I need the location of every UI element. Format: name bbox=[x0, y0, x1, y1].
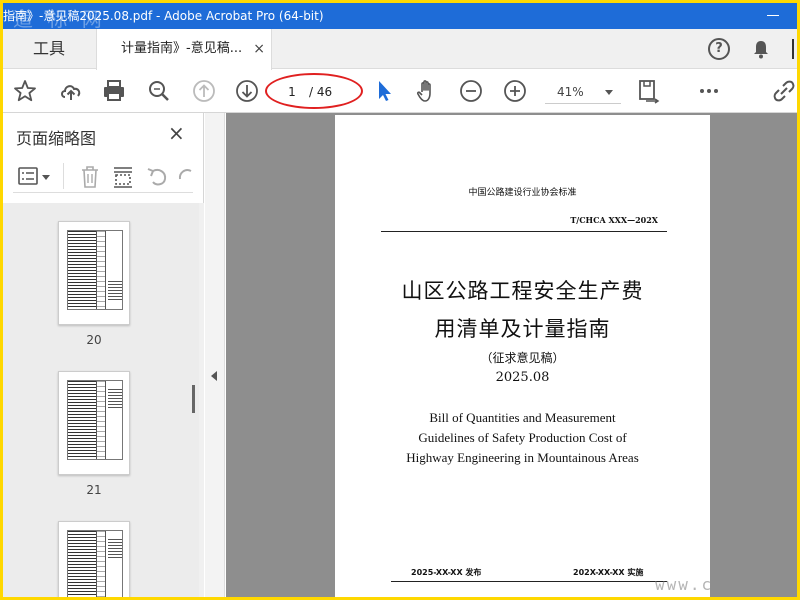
tab-document-label: 计量指南》-意见稿... bbox=[121, 41, 243, 56]
doc-implement-date: 202X-XX-XX 实施 bbox=[573, 568, 644, 577]
tab-document[interactable]: 计量指南》-意见稿... × bbox=[96, 29, 272, 70]
site-watermark: 道 标 网 bbox=[13, 7, 106, 29]
title-bar: 指南》-意见稿2025.08.pdf - Adobe Acrobat Pro (… bbox=[3, 3, 797, 29]
divider bbox=[63, 163, 64, 189]
zoom-in-icon[interactable] bbox=[502, 78, 528, 104]
document-viewer[interactable]: 中国公路建设行业协会标准 T/CHCA XXX—202X 山区公路工程安全生产费… bbox=[226, 113, 797, 597]
bottom-watermark: www.c bbox=[655, 575, 714, 594]
thumbnail-list: 20 21 bbox=[3, 203, 199, 597]
tab-tools[interactable]: 工具 bbox=[3, 29, 95, 69]
bell-icon[interactable] bbox=[750, 38, 772, 60]
doc-standard-code: T/CHCA XXX—202X bbox=[570, 215, 658, 225]
insert-pages-icon[interactable] bbox=[111, 165, 135, 189]
doc-title-line1: 山区公路工程安全生产费 bbox=[401, 279, 644, 303]
page-thumbnail[interactable] bbox=[58, 221, 130, 325]
redo-icon[interactable] bbox=[177, 165, 193, 189]
thumbnail-label: 20 bbox=[86, 333, 102, 347]
next-page-icon[interactable] bbox=[234, 78, 260, 104]
thumbnail-column bbox=[68, 231, 96, 309]
chevron-down-icon bbox=[605, 90, 613, 95]
undo-icon[interactable] bbox=[145, 165, 169, 189]
thumbnail-column bbox=[96, 381, 106, 459]
thumbnail-column bbox=[68, 531, 96, 597]
doc-publish-date: 2025-XX-XX 发布 bbox=[411, 568, 482, 577]
acrobat-window: 指南》-意见稿2025.08.pdf - Adobe Acrobat Pro (… bbox=[3, 3, 797, 597]
select-cursor-icon[interactable] bbox=[371, 78, 397, 104]
doc-english-title: Bill of Quantities and Measurement Guide… bbox=[335, 408, 710, 468]
trash-icon[interactable] bbox=[79, 165, 101, 189]
english-title-line1: Bill of Quantities and Measurement bbox=[429, 410, 616, 425]
panel-close-icon[interactable]: × bbox=[168, 121, 185, 145]
doc-organization: 中国公路建设行业协会标准 bbox=[468, 188, 577, 198]
tab-close-icon[interactable]: × bbox=[253, 29, 265, 69]
footer-rule bbox=[391, 581, 667, 582]
thumbnail-table bbox=[67, 230, 123, 310]
panel-toolbar bbox=[13, 161, 193, 193]
zoom-dropdown[interactable]: 41% bbox=[545, 80, 621, 104]
star-icon[interactable] bbox=[12, 78, 38, 104]
doc-date: 2025.08 bbox=[495, 370, 550, 385]
thumbnails-panel: 页面缩略图 × 20 21 bbox=[3, 113, 204, 597]
print-icon[interactable] bbox=[101, 78, 127, 104]
thumbnail-column bbox=[96, 531, 106, 597]
english-title-line3: Highway Engineering in Mountainous Areas bbox=[406, 450, 639, 465]
thumbnail-column bbox=[68, 381, 96, 459]
previous-page-icon[interactable] bbox=[191, 78, 217, 104]
zoom-search-icon[interactable] bbox=[146, 78, 172, 104]
page-thumbnail[interactable] bbox=[58, 521, 130, 597]
thumbnail-column bbox=[108, 389, 122, 409]
thumbnail-scrollbar[interactable] bbox=[199, 203, 204, 597]
divider bbox=[792, 39, 794, 59]
zoom-out-icon[interactable] bbox=[458, 78, 484, 104]
page-thumbnail[interactable] bbox=[58, 371, 130, 475]
minimize-button[interactable] bbox=[767, 15, 779, 16]
link-icon[interactable] bbox=[771, 78, 797, 104]
thumbnail-column bbox=[96, 231, 106, 309]
zoom-value: 41% bbox=[557, 85, 584, 99]
thumbnail-column bbox=[108, 281, 122, 301]
pdf-page: 中国公路建设行业协会标准 T/CHCA XXX—202X 山区公路工程安全生产费… bbox=[335, 115, 710, 597]
page-navigator: 1 / 46 bbox=[265, 73, 363, 109]
thumbnail-column bbox=[108, 539, 122, 559]
panel-title: 页面缩略图 bbox=[16, 129, 97, 148]
page-total: / 46 bbox=[309, 85, 333, 99]
doc-subtitle: （征求意见稿） bbox=[480, 351, 565, 365]
english-title-line2: Guidelines of Safety Production Cost of bbox=[418, 430, 627, 445]
chevron-left-icon[interactable] bbox=[211, 371, 217, 381]
hand-tool-icon[interactable] bbox=[414, 78, 440, 104]
page-number-input[interactable]: 1 bbox=[281, 82, 303, 102]
options-menu-icon[interactable] bbox=[17, 165, 53, 189]
thumbnail-label: 21 bbox=[86, 483, 102, 497]
thumbnail-table bbox=[67, 530, 123, 597]
page-fit-icon[interactable] bbox=[636, 78, 662, 104]
scrollbar-thumb[interactable] bbox=[192, 385, 195, 413]
tab-row: 工具 计量指南》-意见稿... × ? bbox=[3, 29, 797, 70]
main-toolbar: 1 / 46 41% bbox=[3, 70, 797, 113]
cloud-upload-icon[interactable] bbox=[58, 78, 84, 104]
panel-collapse-strip[interactable] bbox=[205, 113, 225, 597]
help-icon[interactable]: ? bbox=[708, 38, 730, 60]
more-options-icon[interactable] bbox=[696, 78, 722, 104]
header-rule bbox=[381, 231, 667, 232]
doc-title-line2: 用清单及计量指南 bbox=[434, 317, 611, 341]
thumbnail-table bbox=[67, 380, 123, 460]
